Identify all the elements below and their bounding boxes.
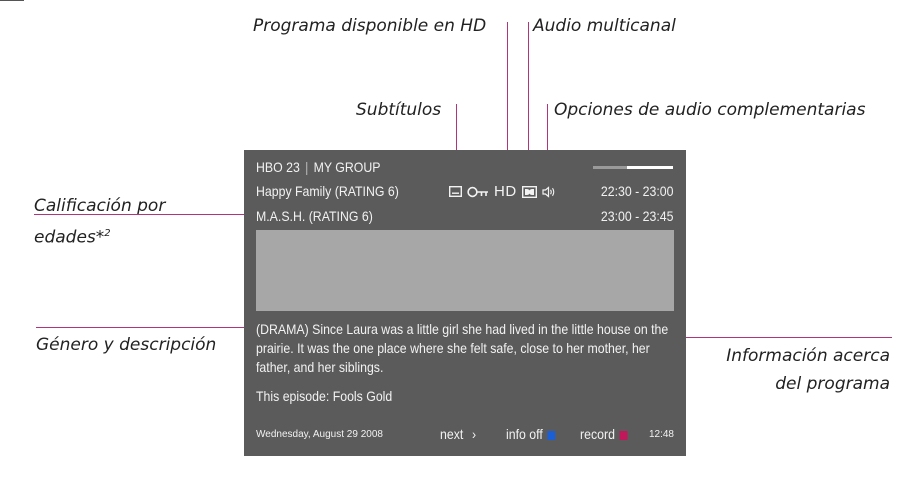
channel-name: HBO 23 (256, 159, 300, 175)
age-rating-line1: Calificación por (34, 196, 166, 216)
program-description: (DRAMA) Since Laura was a little girl sh… (256, 321, 669, 375)
program2-time: 23:00 - 23:45 (601, 208, 674, 224)
record-button[interactable]: record (580, 426, 628, 442)
annotation-genre: Género y descripción (36, 335, 217, 355)
info-line1: Información acerca (726, 346, 890, 366)
info-off-button[interactable]: info off (506, 426, 556, 442)
age-rating-line2: edades* (34, 227, 105, 248)
progress-bar-fill (627, 166, 673, 169)
info-line2: del programa (775, 374, 890, 394)
program-icons: HD (449, 183, 556, 200)
blue-button-icon (547, 431, 556, 440)
annotation-hd: Programa disponible en HD (253, 16, 487, 36)
leader-genre (36, 327, 256, 328)
next-button[interactable]: next › (440, 426, 476, 442)
info-off-label: info off (506, 426, 543, 442)
header-separator: | (305, 159, 309, 175)
hd-icon: HD (494, 183, 517, 200)
speaker-icon (542, 185, 556, 198)
program1-title: Happy Family (RATING 6) (256, 183, 399, 199)
program-info-screen: HBO 23 | MY GROUP Happy Family (RATING 6) … (244, 150, 686, 456)
subtitle-icon (449, 186, 462, 197)
frame-corner-top (0, 0, 24, 1)
clock: 12:48 (648, 429, 674, 440)
next-arrow-icon: › (471, 426, 477, 442)
next-label: next (440, 426, 464, 442)
annotation-multichannel: Audio multicanal (533, 16, 676, 36)
episode-title: This episode: Fools Gold (256, 388, 393, 404)
key-icon (467, 186, 489, 198)
program1-time: 22:30 - 23:00 (601, 183, 674, 199)
leader-age-rating (34, 214, 258, 215)
channel-header: HBO 23 | MY GROUP (256, 159, 380, 175)
annotation-audio-options: Opciones de audio complementarias (554, 100, 866, 120)
program-image-placeholder (256, 230, 674, 311)
red-button-icon (619, 431, 628, 440)
program2-title: M.A.S.H. (RATING 6) (256, 208, 373, 224)
record-label: record (580, 426, 615, 442)
annotation-subtitles: Subtítulos (356, 100, 442, 120)
group-name: MY GROUP (313, 159, 381, 175)
annotation-program-info: Información acerca del programa (690, 342, 890, 398)
progress-bar-track (593, 166, 627, 169)
date-label: Wednesday, August 29 2008 (256, 429, 383, 440)
dolby-icon (521, 185, 537, 198)
leader-program-info (686, 337, 892, 338)
age-rating-superscript: 2 (104, 228, 111, 239)
annotation-age-rating: Calificación por edades*2 (34, 192, 224, 252)
